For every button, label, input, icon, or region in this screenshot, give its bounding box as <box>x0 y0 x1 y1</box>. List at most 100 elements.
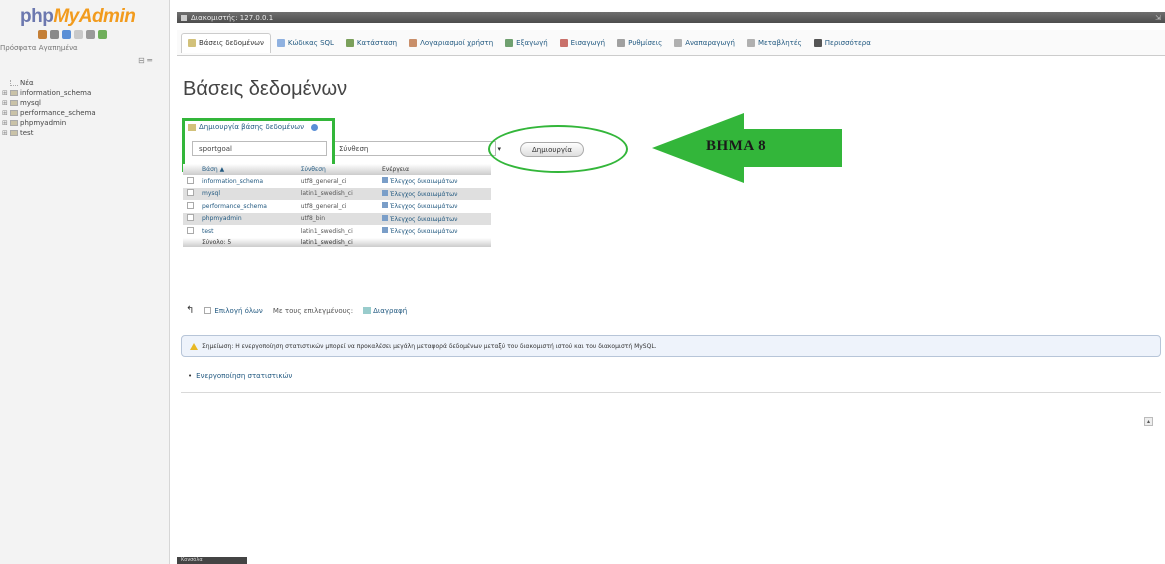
database-icon <box>10 90 18 96</box>
tab-label: Βάσεις δεδομένων <box>199 39 264 47</box>
step-label: ΒΗΜΑ 8 <box>706 138 767 154</box>
check-all-checkbox[interactable] <box>204 307 212 314</box>
database-name-link[interactable]: phpmyadmin <box>198 212 297 225</box>
database-name-link[interactable]: information_schema <box>198 175 297 188</box>
reload-icon[interactable] <box>98 30 107 39</box>
table-row: test latin1_swedish_ci Έλεγχος δικαιωμάτων <box>183 225 491 238</box>
tree-item[interactable]: ⊞ performance_schema <box>2 108 96 118</box>
row-checkbox[interactable] <box>187 189 194 197</box>
sql-icon <box>276 38 285 47</box>
footer-collation: latin1_swedish_ci <box>296 237 379 247</box>
table-row: performance_schema utf8_general_ci Έλεγχος… <box>183 200 491 213</box>
divider <box>181 392 1161 393</box>
database-tree: Νέα ⊞ information_schema ⊞ mysql ⊞ performance… <box>2 78 96 138</box>
check-privileges-label[interactable]: Έλεγχος δικαιωμάτων <box>390 178 457 185</box>
expand-icon[interactable]: ⊞ <box>2 99 10 107</box>
check-all-control[interactable]: Επιλογή όλων <box>204 307 263 315</box>
drop-button[interactable]: Διαγραφή <box>363 307 407 315</box>
tab-users[interactable]: Λογαριασμοί χρήστη <box>403 33 499 53</box>
check-privileges-label[interactable]: Έλεγχος δικαιωμάτων <box>390 203 457 210</box>
more-icon <box>813 38 822 47</box>
row-checkbox[interactable] <box>187 201 194 209</box>
tab-more[interactable]: Περισσότερα <box>808 33 877 53</box>
with-selected-label: Με τους επιλεγμένους: <box>272 306 354 315</box>
tree-item[interactable]: Νέα <box>2 78 96 88</box>
table-row: information_schema utf8_general_ci Έλεγχος… <box>183 175 491 188</box>
maximize-icon[interactable]: ⇲ <box>1155 14 1161 22</box>
privileges-icon <box>382 227 389 234</box>
nav-icon-bar <box>38 30 107 39</box>
tab-label: Ρυθμίσεις <box>628 38 663 47</box>
privileges-icon <box>382 189 389 196</box>
expand-icon[interactable]: ⊞ <box>2 89 10 97</box>
tab-variables[interactable]: Μεταβλητές <box>741 33 808 53</box>
tree-item[interactable]: ⊞ information_schema <box>2 88 96 98</box>
tab-import[interactable]: Εισαγωγή <box>554 33 611 53</box>
drop-label[interactable]: Διαγραφή <box>373 307 407 315</box>
check-privileges-label[interactable]: Έλεγχος δικαιωμάτων <box>390 228 457 235</box>
home-icon[interactable] <box>38 30 47 39</box>
tab-wrench[interactable]: Ρυθμίσεις <box>611 33 668 53</box>
tree-item-label[interactable]: mysql <box>20 99 41 107</box>
server-breadcrumb[interactable]: Διακομιστής: 127.0.0.1 <box>191 14 273 22</box>
tree-item[interactable]: ⊞ mysql <box>2 98 96 108</box>
help-icon[interactable] <box>62 30 71 39</box>
check-privileges-link[interactable]: Έλεγχος δικαιωμάτων <box>378 175 491 188</box>
expand-icon[interactable]: ⊞ <box>2 109 10 117</box>
statistics-notice: Σημείωση: Η ενεργοποίηση στατιστικών μπο… <box>181 335 1161 357</box>
privileges-icon <box>382 202 389 209</box>
docs-icon[interactable] <box>74 30 83 39</box>
settings-icon[interactable] <box>86 30 95 39</box>
table-header-row: Βάση ▲ Σύνθεση Ενέργεια <box>183 164 491 175</box>
server-icon <box>181 14 187 21</box>
tree-item-label[interactable]: information_schema <box>20 89 91 97</box>
database-name-link[interactable]: mysql <box>198 187 297 200</box>
phpmyadmin-logo[interactable]: phpMyAdmin <box>20 6 136 28</box>
tab-sql[interactable]: Κώδικας SQL <box>271 33 340 53</box>
collation-header: Σύνθεση <box>296 164 379 175</box>
collation-cell: utf8_bin <box>296 212 379 225</box>
collation-cell: utf8_general_ci <box>296 175 379 188</box>
check-privileges-link[interactable]: Έλεγχος δικαιωμάτων <box>378 212 491 225</box>
expand-icon[interactable]: ⊞ <box>2 129 10 137</box>
database-name-link[interactable]: test <box>198 225 297 238</box>
tree-item-label[interactable]: test <box>20 129 33 137</box>
page-title: Βάσεις δεδομένων <box>183 78 348 100</box>
footer-spacer <box>183 237 198 247</box>
tree-item-label[interactable]: phpmyadmin <box>20 119 66 127</box>
scroll-top-icon[interactable]: ▴ <box>1144 417 1153 426</box>
tab-status[interactable]: Κατάσταση <box>340 33 403 53</box>
check-privileges-link[interactable]: Έλεγχος δικαιωμάτων <box>378 225 491 238</box>
collation-select-value: Σύνθεση <box>339 144 369 153</box>
check-privileges-label[interactable]: Έλεγχος δικαιωμάτων <box>390 216 457 223</box>
collation-cell: utf8_general_ci <box>296 200 379 213</box>
expand-icon[interactable]: ⊞ <box>2 119 10 127</box>
highlight-oval <box>488 125 628 173</box>
tree-item-label[interactable]: Νέα <box>20 79 34 87</box>
collation-select[interactable]: Σύνθεση ▾ <box>334 141 501 156</box>
table-row: mysql latin1_swedish_ci Έλεγχος δικαιωμάτω… <box>183 187 491 200</box>
row-checkbox[interactable] <box>187 176 194 184</box>
enable-statistics-link[interactable]: Ενεργοποίηση στατιστικών <box>188 372 292 380</box>
tab-replication[interactable]: Αναπαραγωγή <box>668 33 741 53</box>
recent-favorites-tabs[interactable]: Πρόσφατα Αγαπημένα <box>0 44 78 52</box>
logout-icon[interactable] <box>50 30 59 39</box>
tab-export[interactable]: Εξαγωγή <box>499 33 554 53</box>
tab-label: Αναπαραγωγή <box>685 38 735 47</box>
check-privileges-link[interactable]: Έλεγχος δικαιωμάτων <box>378 187 491 200</box>
tree-item[interactable]: ⊞ test <box>2 128 96 138</box>
database-name-link[interactable]: performance_schema <box>198 200 297 213</box>
row-checkbox[interactable] <box>187 226 194 234</box>
check-privileges-label[interactable]: Έλεγχος δικαιωμάτων <box>390 191 457 198</box>
drop-icon <box>363 307 372 314</box>
sort-by-database-header[interactable]: Βάση ▲ <box>198 164 297 175</box>
tree-item-label[interactable]: performance_schema <box>20 109 96 117</box>
check-privileges-link[interactable]: Έλεγχος δικαιωμάτων <box>378 200 491 213</box>
privileges-icon <box>382 214 389 221</box>
check-all-label[interactable]: Επιλογή όλων <box>214 307 262 315</box>
collapse-all-icon[interactable]: ⊟ ═ <box>138 56 152 65</box>
row-checkbox[interactable] <box>187 214 194 222</box>
tab-database[interactable]: Βάσεις δεδομένων <box>181 32 271 53</box>
console-tab[interactable]: Κονσόλα <box>177 557 247 564</box>
tree-item[interactable]: ⊞ phpmyadmin <box>2 118 96 128</box>
